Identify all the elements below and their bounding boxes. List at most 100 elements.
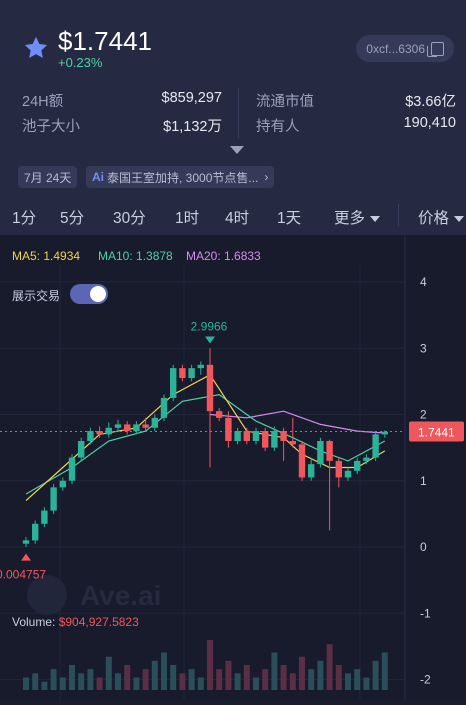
volume-bar [253,677,259,690]
volume-bar [87,669,94,690]
volume-bar [115,673,121,690]
ma5-line [25,374,386,502]
age-chip: 7月 24天 [18,166,78,188]
candle-body [308,464,315,478]
candle-body [317,441,324,465]
volume-bar [124,665,131,690]
price-change: +0.23% [58,55,103,70]
tab-1m[interactable]: 1分 [12,206,36,228]
candle-body [114,424,122,428]
vol-24h-label: 24H额 [22,94,64,110]
volume-bar [372,660,379,690]
tab-1d[interactable]: 1天 [277,206,301,228]
more-label: 更多 [334,210,366,227]
contract-address-button[interactable]: 0xcf...6306 [356,35,454,62]
toggle-knob [90,286,106,302]
market-cap-label: 流通市值 [256,94,314,110]
candle-body [179,368,186,379]
volume-bar [335,665,342,690]
candle-body [41,510,48,524]
candle-body [78,441,85,458]
ma10-label: MA10: 1.3878 [98,249,173,263]
volume-bar [363,677,370,690]
news-chip[interactable]: Ai 泰国王室加持, 3000节点售... › [86,166,275,188]
volume-bar [161,652,167,690]
candle-body [160,397,168,418]
candle-body [68,457,76,481]
y-axis-tick-label: -1 [420,606,431,620]
min-price-label: 0.004757 [0,568,46,582]
volume-bar [216,669,223,690]
volume-value: $904,927.5823 [58,615,139,629]
candle-body [372,434,379,458]
star-icon[interactable] [22,34,50,62]
vol-24h-value: $859,297 [161,90,222,106]
volume-bar [133,677,140,690]
tab-4h[interactable]: 4时 [225,206,249,228]
show-trades-toggle[interactable] [70,284,108,304]
candle-body [206,364,214,412]
volume-bar [179,673,186,690]
volume-bar [78,673,85,690]
volume-bar [170,665,177,690]
candle-body [289,441,296,445]
volume-bar [271,652,278,690]
copy-icon[interactable] [427,41,444,57]
candle-body [234,431,241,441]
volume-bar [243,665,250,690]
volume-bar [308,669,315,690]
chevron-right-icon: › [264,170,269,184]
holders-label: 持有人 [256,119,300,135]
candle-body [271,431,278,448]
price-label: 价格 [418,210,450,227]
contract-address: 0xcf...6306 [366,41,425,56]
candle-body [243,431,250,441]
y-axis-tick-label: 0 [420,540,427,554]
candle-body [280,431,287,441]
holders-value: 190,410 [403,115,456,131]
volume-label: Volume: $904,927.5823 [12,615,139,629]
volume-bar [197,677,204,690]
volume-bar [188,669,195,690]
candle-body [298,444,306,478]
volume-bar [105,656,112,690]
price-dropdown[interactable]: 价格 [418,206,465,228]
candle-body [151,417,158,428]
y-axis-tick-label: -2 [420,673,431,687]
volume-bar [50,669,57,690]
volume-bar [225,660,232,690]
current-price-text: 1.7441 [418,425,455,439]
tab-30m[interactable]: 30分 [113,206,146,228]
candle-body [124,424,131,432]
volume-title: Volume: [12,615,56,629]
candle-body [170,368,177,398]
min-arrow-icon [21,553,31,561]
candle-body [262,431,269,448]
timeframe-tabs: 1分 5分 30分 1时 4时 1天 更多 价格 [0,196,466,234]
expand-caret-icon[interactable] [230,146,244,154]
tab-5m[interactable]: 5分 [60,206,84,228]
candlestick-chart[interactable]: 4 3 2 1 0 -1 -2 Ave.ai 2.9966 0.004757 1.7441 [0,235,466,700]
watermark-text: Ave.ai [80,580,161,611]
tab-1h[interactable]: 1时 [175,206,199,228]
candle-body [188,368,195,379]
max-price-label: 2.9966 [191,319,228,333]
volume-bar [289,673,296,690]
volume-bar [207,640,213,690]
volume-bar [96,677,103,690]
y-axis-tick-label: 4 [420,275,427,289]
volume-bar [345,673,351,690]
volume-bar [69,665,75,690]
volume-bar [59,677,66,690]
candle-body [344,470,352,478]
more-dropdown[interactable]: 更多 [334,206,381,228]
candle-body [50,487,57,511]
volume-bar [23,677,29,690]
candle-body [335,460,342,478]
candle-body [381,431,388,435]
volume-bar [299,656,305,690]
ma20-label: MA20: 1.6833 [186,249,261,263]
news-chip-label: 泰国王室加持, 3000节点售... [107,170,259,185]
price-chart[interactable]: 4 3 2 1 0 -1 -2 Ave.ai 2.9966 0.004757 1.7441 MA5:… [0,235,466,700]
volume-bar [381,652,388,690]
